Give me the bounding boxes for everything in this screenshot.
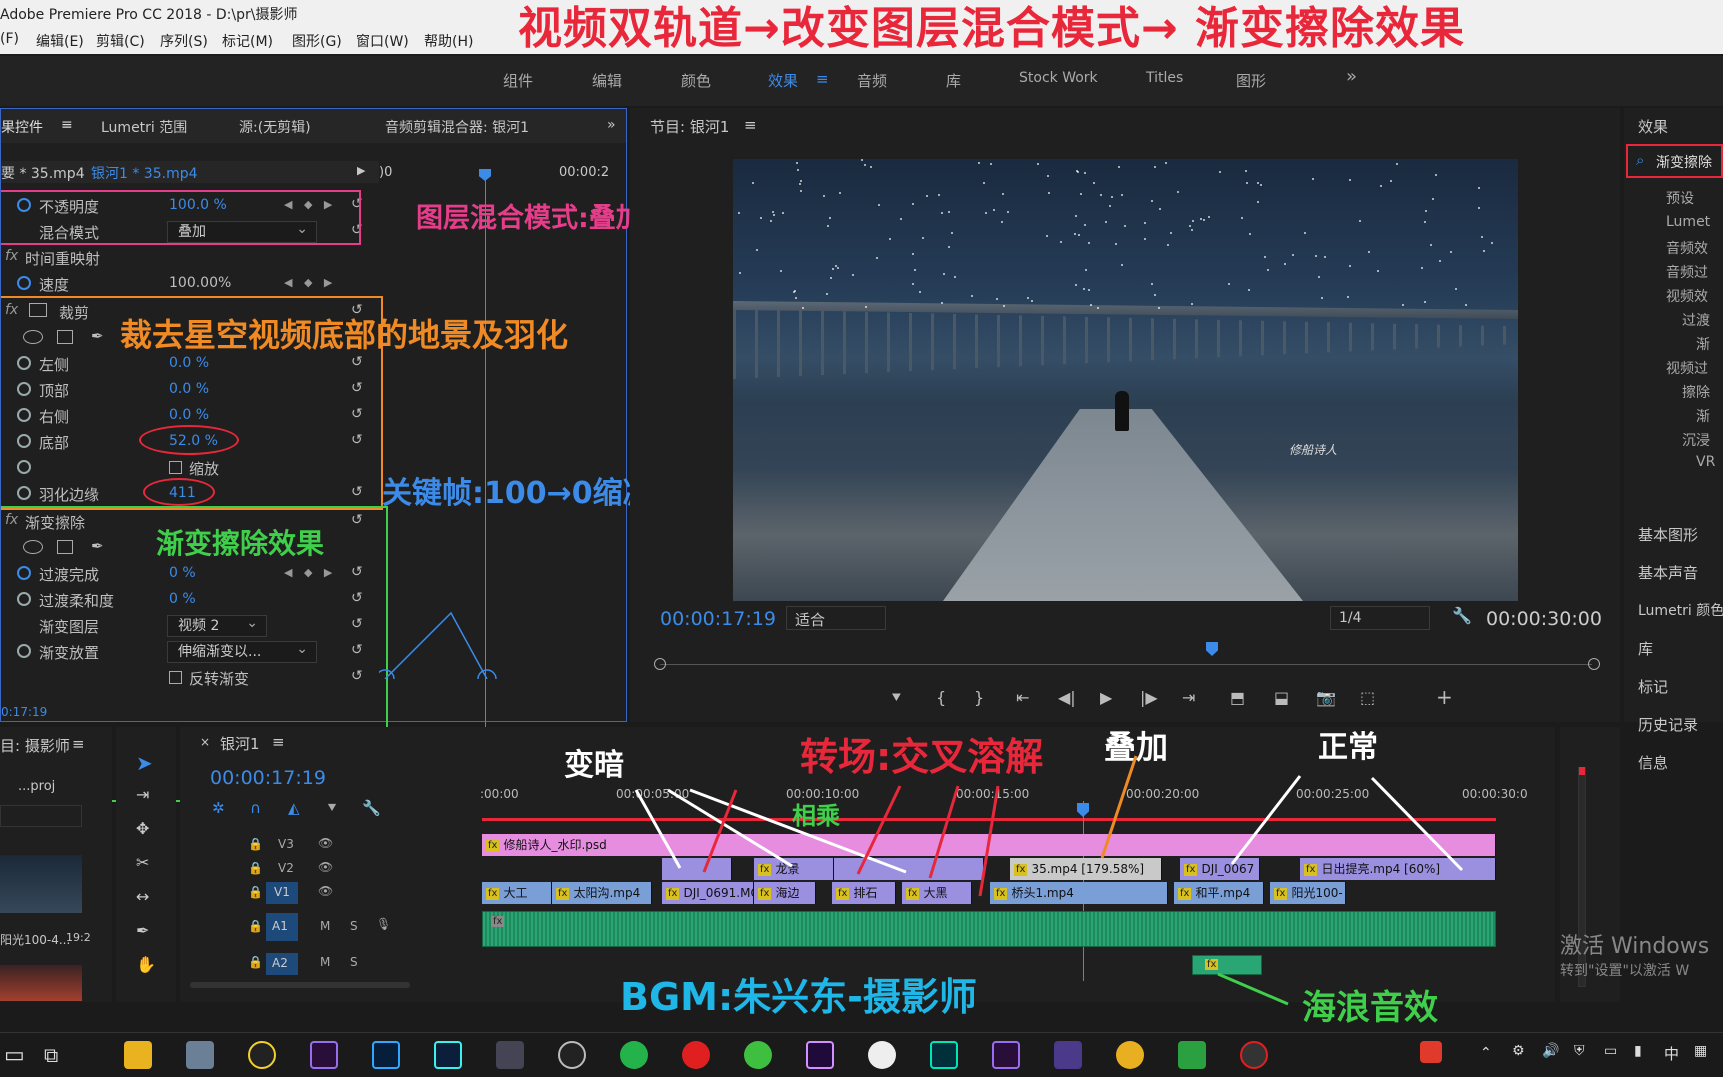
battery-icon[interactable]: ▮ xyxy=(1634,1043,1642,1059)
sogou-input-icon[interactable] xyxy=(1420,1041,1442,1063)
audio-clip-indicator xyxy=(1579,767,1585,775)
notification-icon[interactable]: ▦ xyxy=(1694,1043,1707,1059)
ime-indicator[interactable]: 中 xyxy=(1664,1043,1679,1064)
task-switch-icon[interactable]: ⧉ xyxy=(44,1043,58,1067)
shield-icon[interactable]: ⛨ xyxy=(1574,1043,1585,1059)
app-icon[interactable] xyxy=(496,1041,524,1069)
after-effects-icon[interactable] xyxy=(806,1041,834,1069)
annotation-arrows xyxy=(634,755,1464,1006)
app-icon-2[interactable] xyxy=(868,1041,896,1069)
windows-activation-subtitle: 转到"设置"以激活 W xyxy=(1560,963,1690,979)
volume-icon[interactable]: 🔊 xyxy=(1542,1043,1559,1059)
lightroom-icon[interactable] xyxy=(434,1041,462,1069)
app-icon-4[interactable] xyxy=(1178,1041,1206,1069)
wechat-icon[interactable] xyxy=(620,1041,648,1069)
netease-music-icon[interactable] xyxy=(682,1041,710,1069)
app-icon-3[interactable] xyxy=(1054,1041,1082,1069)
windows-activation-title: 激活 Windows xyxy=(1560,934,1710,959)
display-icon[interactable]: ▭ xyxy=(1604,1043,1617,1059)
davinci-icon[interactable] xyxy=(558,1041,586,1069)
photo-app-icon[interactable] xyxy=(186,1041,214,1069)
premiere-icon[interactable] xyxy=(310,1041,338,1069)
qq-icon[interactable] xyxy=(248,1041,276,1069)
photoshop-icon[interactable] xyxy=(372,1041,400,1069)
file-explorer-icon[interactable] xyxy=(124,1041,152,1069)
browser-icon[interactable] xyxy=(744,1041,772,1069)
tray-chevron-icon[interactable]: ⌃ xyxy=(1480,1045,1492,1061)
record-icon[interactable] xyxy=(1240,1041,1268,1069)
premiere-active-icon[interactable] xyxy=(992,1041,1020,1069)
audition-icon[interactable] xyxy=(930,1041,958,1069)
player-icon[interactable] xyxy=(1116,1041,1144,1069)
task-view-icon[interactable]: ▭ xyxy=(4,1043,25,1068)
network-icon[interactable]: ⚙ xyxy=(1512,1043,1525,1059)
taskbar: ▭ ⧉ ⌃ ⚙ 🔊 ⛨ ▭ ▮ 中 ▦ xyxy=(0,1032,1723,1077)
